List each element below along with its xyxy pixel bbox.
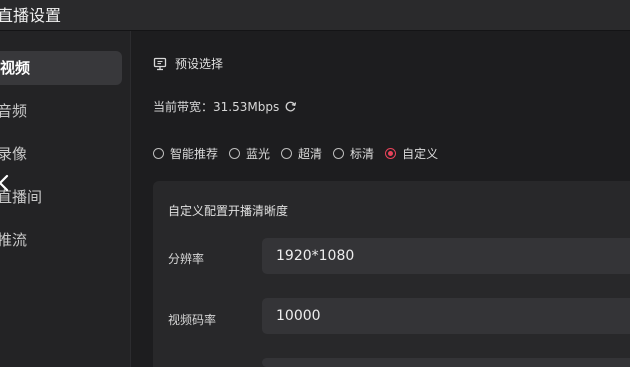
sidebar: 视频 音频 录像 直播间 推流 [0, 31, 131, 367]
preset-option-sd[interactable]: 标清 [333, 145, 374, 162]
live-settings-window: 直播设置 视频 音频 录像 直播间 推流 预设选择 当前带宽：31.53Mbps… [0, 0, 630, 367]
radio-icon [153, 148, 164, 159]
radio-icon [281, 148, 293, 159]
window-title: 直播设置 [0, 6, 62, 25]
bandwidth-label: 当前带宽：31.53Mbps [153, 100, 280, 114]
radio-icon [333, 148, 345, 159]
title-bar: 直播设置 [0, 0, 630, 31]
sidebar-item-video[interactable]: 视频 [0, 51, 122, 85]
preset-label: 智能推荐 [170, 147, 219, 161]
sidebar-item-label: 录像 [0, 145, 28, 163]
video-bitrate-field[interactable]: 10000 [262, 298, 630, 334]
sidebar-item-recording[interactable]: 录像 [0, 137, 27, 171]
sidebar-item-label: 视频 [0, 59, 31, 77]
sidebar-item-label: 推流 [0, 231, 28, 249]
preset-option-bluray[interactable]: 蓝光 [229, 145, 270, 162]
preset-label: 自定义 [402, 147, 439, 161]
resolution-field[interactable]: 1920*1080 [262, 238, 630, 274]
monitor-icon [153, 57, 167, 71]
section-title: 预设选择 [175, 57, 224, 71]
bandwidth-status: 当前带宽：31.53Mbps [153, 98, 297, 115]
preset-option-ultra-hd[interactable]: 超清 [281, 145, 322, 162]
frame-rate-field[interactable] [262, 358, 630, 367]
resolution-label: 分辨率 [168, 252, 205, 266]
refresh-icon[interactable] [284, 100, 297, 113]
preset-option-custom[interactable]: 自定义 [385, 145, 438, 162]
preset-radio-group: 智能推荐 蓝光 超清 标清 自定义 [153, 145, 449, 162]
radio-checked-icon [385, 148, 397, 159]
custom-config-panel: 自定义配置开播清晰度 分辨率 1920*1080 视频码率 10000 [153, 181, 630, 367]
preset-option-smart[interactable]: 智能推荐 [153, 145, 218, 162]
panel-title: 自定义配置开播清晰度 [168, 204, 289, 218]
preset-label: 标清 [350, 147, 375, 161]
preset-section-header: 预设选择 [153, 55, 223, 72]
radio-icon [229, 148, 241, 159]
sidebar-item-stream-push[interactable]: 推流 [0, 223, 27, 257]
settings-content: 预设选择 当前带宽：31.53Mbps 智能推荐 蓝光 超清 标清 自定义 自定… [131, 31, 630, 367]
preset-label: 超清 [298, 147, 323, 161]
sidebar-item-audio[interactable]: 音频 [0, 94, 27, 128]
sidebar-item-label: 音频 [0, 102, 28, 120]
video-bitrate-label: 视频码率 [168, 313, 217, 327]
preset-label: 蓝光 [246, 147, 271, 161]
chevron-left-icon[interactable] [0, 172, 19, 194]
